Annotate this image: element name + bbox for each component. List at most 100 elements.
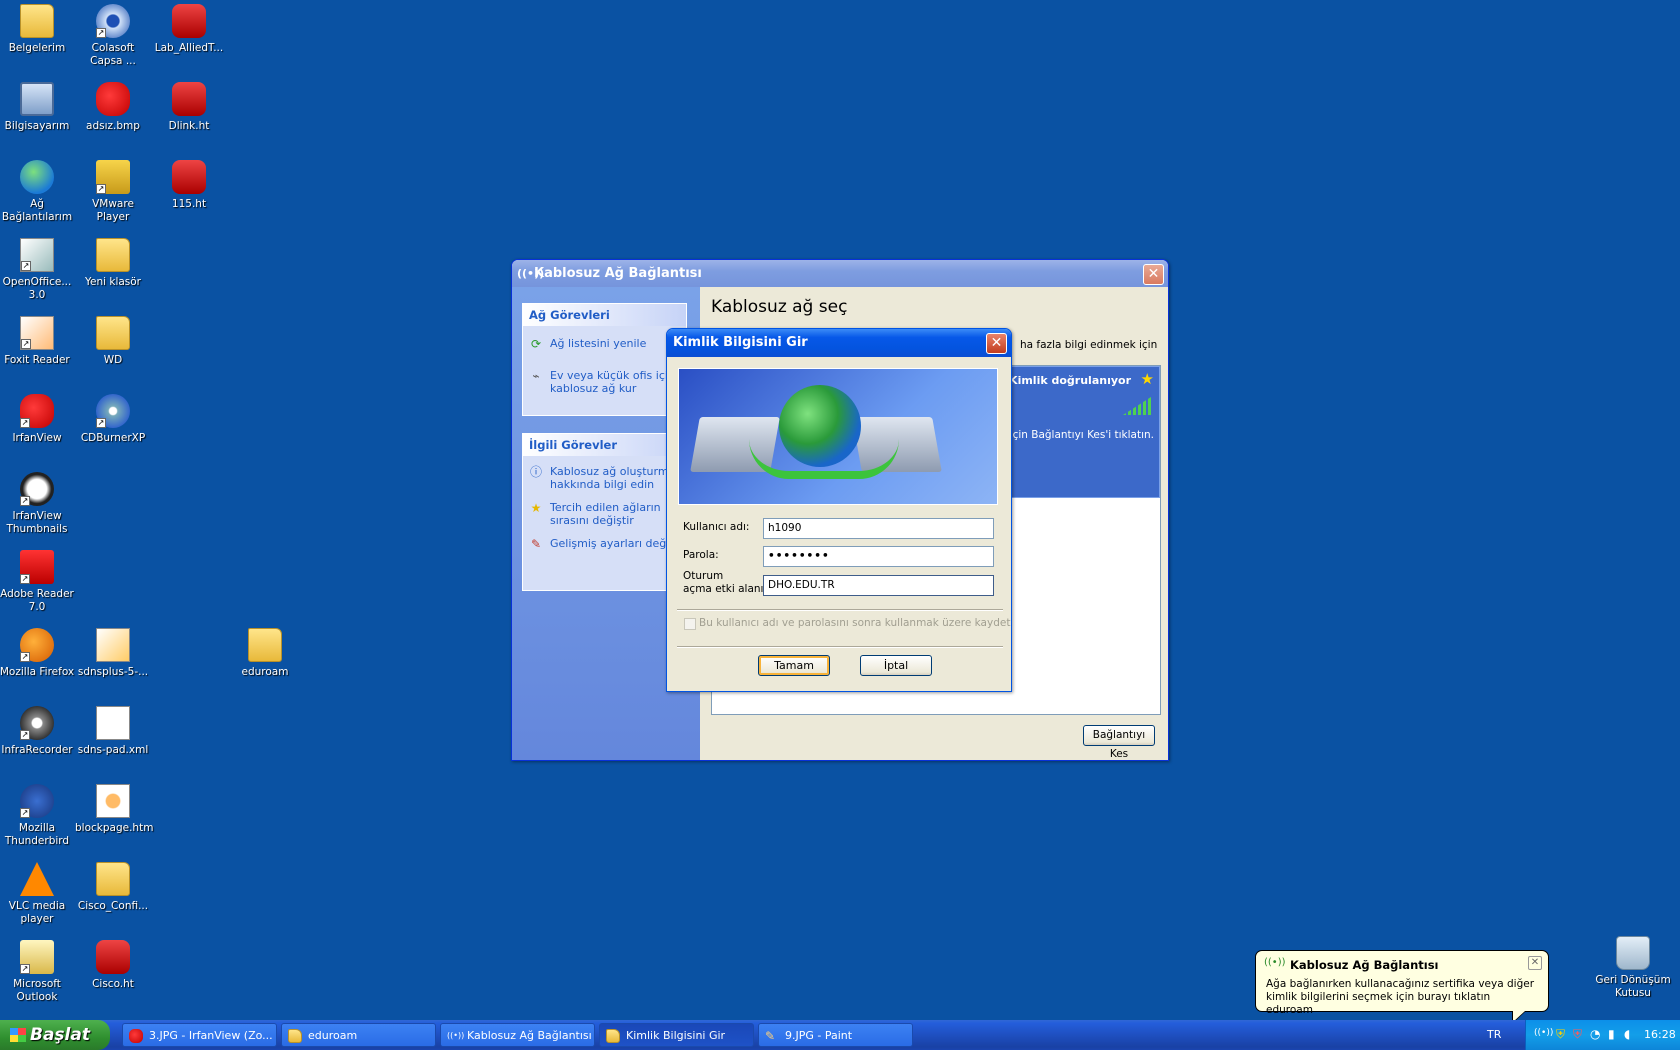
disconnect-button[interactable]: Bağlantıyı Kes — [1083, 725, 1155, 760]
wireless-signal-icon: ((•)) — [517, 267, 545, 280]
task-setup-wireless[interactable]: ⌁ Ev veya küçük ofis için kablosuz ağ kur — [523, 364, 686, 400]
desktop-icon-infrarecorder[interactable]: ↗ InfraRecorder — [0, 702, 75, 757]
desktop-icon-label: Cisco_Confi... — [77, 900, 149, 912]
desktop-icon-label: Cisco.ht — [92, 978, 134, 990]
tray-speaker-icon[interactable]: ◖ — [1624, 1027, 1630, 1041]
desktop-icon-irfanview[interactable]: ↗ IrfanView — [0, 390, 75, 445]
wireless-window-titlebar[interactable]: ((•)) Kablosuz Ağ Bağlantısı ✕ — [512, 260, 1168, 288]
start-button[interactable]: Başlat — [0, 1020, 110, 1050]
task-label: Ağ listesini yenile — [550, 337, 647, 350]
taskbar-button-eduroam[interactable]: eduroam — [281, 1023, 436, 1047]
desktop-icon-label: OpenOffice... 3.0 — [2, 276, 72, 301]
desktop-icon-label: Yeni klasör — [84, 276, 142, 288]
windows-flag-icon — [10, 1028, 26, 1042]
desktop-icon-cisco-ht[interactable]: Cisco.ht — [75, 936, 151, 991]
desktop-icon-cdburner[interactable]: ↗ CDBurnerXP — [75, 390, 151, 445]
computer-icon — [20, 82, 54, 116]
desktop-icon-foxit[interactable]: ↗ Foxit Reader — [0, 312, 75, 367]
save-credentials-label: Bu kullanıcı adı ve parolasını sonra kul… — [699, 617, 1011, 629]
desktop-icon-sdnsplus[interactable]: sdnsplus-5-... — [75, 624, 151, 679]
desktop-icon-eduroam[interactable]: eduroam — [227, 624, 303, 679]
wireless-window-close-button[interactable]: ✕ — [1143, 264, 1164, 285]
balloon-title: Kablosuz Ağ Bağlantısı — [1290, 958, 1439, 972]
domain-label-line1: Oturum — [683, 570, 724, 582]
credentials-dialog-titlebar[interactable]: Kimlik Bilgisini Gir ✕ — [667, 329, 1011, 357]
tray-device-icon[interactable]: ▮ — [1608, 1027, 1615, 1041]
start-label: Başlat — [30, 1025, 90, 1045]
balloon-wireless-icon: ((•)) — [1264, 957, 1286, 968]
desktop-icon-label: sdnsplus-5-... — [77, 666, 149, 678]
desktop-icon-adsiz[interactable]: adsız.bmp — [75, 78, 151, 133]
taskbar-button-credentials[interactable]: Kimlik Bilgisini Gir — [599, 1023, 754, 1047]
folder-icon — [606, 1029, 620, 1043]
tray-app-icon[interactable]: ◔ — [1590, 1027, 1600, 1041]
related-learn-wireless[interactable]: ⓘ Kablosuz ağ oluşturma hakkında bilgi ed… — [523, 460, 686, 496]
cancel-button[interactable]: İptal — [860, 655, 932, 676]
desktop-icon-label: Mozilla Thunderbird — [4, 822, 70, 847]
foxit-icon: ↗ — [20, 316, 54, 350]
desktop-icon-label: IrfanView — [12, 432, 62, 444]
desktop-icon-recycle-bin[interactable]: Geri Dönüşüm Kutusu — [1595, 932, 1671, 1000]
related-change-order[interactable]: ★ Tercih edilen ağların sırasını değiştir — [523, 496, 686, 532]
paint-brush-icon: ✎ — [765, 1029, 776, 1043]
desktop-icon-vmware[interactable]: ↗ VMware Player — [75, 156, 151, 224]
folder-icon — [96, 316, 130, 350]
desktop-icon-lab-allied[interactable]: Lab_AlliedT... — [151, 0, 227, 55]
network-tasks-box: Ağ Görevleri ⟳ Ağ listesini yenile ⌁ Ev ve… — [522, 303, 687, 416]
desktop-icon-blockpage[interactable]: blockpage.htm — [75, 780, 154, 835]
firefox-icon: ↗ — [20, 628, 54, 662]
tray-antivirus-icon[interactable]: ⛨ — [1573, 1027, 1582, 1042]
language-indicator[interactable]: TR — [1487, 1028, 1501, 1041]
tray-network-icon[interactable]: ((•)) — [1534, 1028, 1553, 1038]
phone-icon — [172, 160, 206, 194]
desktop-icon-firefox[interactable]: ↗ Mozilla Firefox — [0, 624, 75, 679]
tray-security-shield-icon[interactable]: ⛨ — [1556, 1027, 1565, 1042]
desktop-icon-115[interactable]: 115.ht — [151, 156, 227, 211]
desktop-icon-label: IrfanView Thumbnails — [6, 510, 68, 535]
phone-icon — [172, 82, 206, 116]
network-banner-image — [678, 368, 998, 505]
desktop-icon-dlink[interactable]: Dlink.ht — [151, 78, 227, 133]
desktop-icon-colasoft[interactable]: ↗ Colasoft Capsa ... — [75, 0, 151, 68]
infrarecorder-icon: ↗ — [20, 706, 54, 740]
taskbar-button-irfanview[interactable]: 3.JPG - IrfanView (Zo... — [122, 1023, 277, 1047]
desktop-icon-label: Microsoft Outlook — [13, 978, 61, 1003]
desktop-icon-bilgisayarim[interactable]: Bilgisayarım — [0, 78, 75, 133]
tray-clock[interactable]: 16:28 — [1644, 1028, 1676, 1041]
desktop-icon-wd[interactable]: WD — [75, 312, 151, 367]
username-input[interactable]: h1090 — [763, 518, 994, 539]
desktop-icon-label: sdns-pad.xml — [77, 744, 149, 756]
wireless-window-title: Kablosuz Ağ Bağlantısı — [534, 266, 702, 281]
desktop-icon-ag-baglantilarim[interactable]: Ağ Bağlantılarım — [0, 156, 75, 224]
phone-icon — [172, 4, 206, 38]
desktop-icon-thunderbird[interactable]: ↗ Mozilla Thunderbird — [0, 780, 75, 848]
balloon-close-button[interactable]: ✕ — [1528, 956, 1542, 970]
desktop-icon-belgelerim[interactable]: Belgelerim — [0, 0, 75, 55]
save-credentials-checkbox[interactable] — [684, 618, 696, 630]
desktop-icon-openoffice[interactable]: ↗ OpenOffice... 3.0 — [0, 234, 75, 302]
desktop-icon-cisco-confi[interactable]: Cisco_Confi... — [75, 858, 151, 913]
taskbar-button-wireless[interactable]: ((•)) Kablosuz Ağ Bağlantısı — [440, 1023, 595, 1047]
ok-button[interactable]: Tamam — [758, 655, 830, 676]
desktop-icon-adobe[interactable]: ↗ Adobe Reader 7.0 — [0, 546, 75, 614]
desktop-icon-sdns-pad[interactable]: sdns-pad.xml — [75, 702, 151, 757]
password-input[interactable]: •••••••• — [763, 546, 994, 567]
taskbar-button-label: 9.JPG - Paint — [785, 1029, 853, 1042]
task-refresh-network-list[interactable]: ⟳ Ağ listesini yenile — [523, 332, 686, 356]
desktop-icon-irfanview-thumbs[interactable]: ↗ IrfanView Thumbnails — [0, 468, 75, 536]
related-advanced-settings[interactable]: ✎ Gelişmiş ayarları değiştir — [523, 532, 686, 556]
desktop-icon-label: blockpage.htm — [75, 822, 154, 834]
domain-input[interactable]: DHO.EDU.TR — [763, 575, 994, 596]
image-icon — [96, 82, 130, 116]
taskbar-button-paint[interactable]: ✎ 9.JPG - Paint — [758, 1023, 913, 1047]
desktop-icon-vlc[interactable]: VLC media player — [0, 858, 75, 926]
openoffice-icon: ↗ — [20, 238, 54, 272]
credentials-dialog-close-button[interactable]: ✕ — [986, 333, 1007, 354]
desktop-icon-yeni-klasor[interactable]: Yeni klasör — [75, 234, 151, 289]
folder-icon — [248, 628, 282, 662]
wireless-notification-balloon[interactable]: ((•)) Kablosuz Ağ Bağlantısı ✕ Ağa bağla… — [1255, 950, 1549, 1024]
separator-line — [677, 609, 1003, 611]
irfanview-icon: ↗ — [20, 394, 54, 428]
desktop-icon-outlook[interactable]: ↗ Microsoft Outlook — [0, 936, 75, 1004]
outlook-icon: ↗ — [20, 940, 54, 974]
